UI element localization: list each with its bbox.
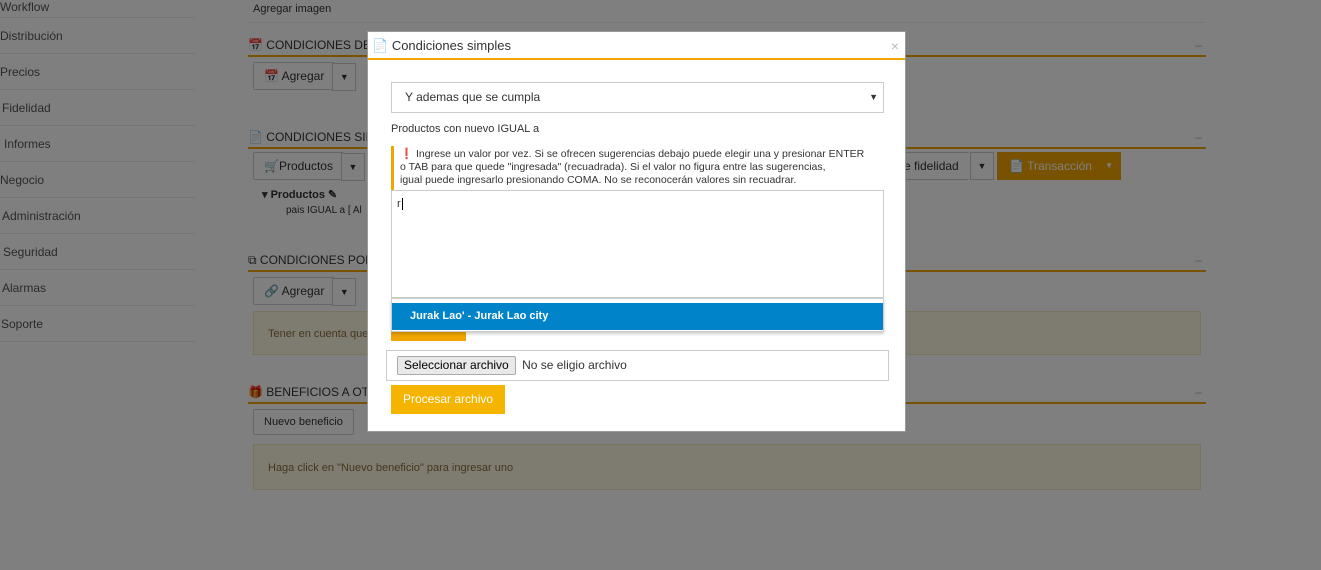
field-label: Productos con nuevo IGUAL a (391, 123, 540, 135)
close-icon[interactable]: × (891, 32, 899, 60)
suggestion-item[interactable]: Jurak Lao' - Jurak Lao city (392, 303, 883, 330)
info-icon: ❗ (400, 148, 414, 160)
modal-header: 📄 Condiciones simples × (368, 32, 905, 60)
values-input[interactable]: r (391, 190, 884, 298)
document-icon: 📄 (372, 38, 389, 53)
help-line: Ingrese un valor por vez. Si se ofrecen … (416, 148, 865, 160)
select-file-button[interactable]: Seleccionar archivo (397, 356, 516, 375)
modal-title: Condiciones simples (391, 38, 512, 53)
input-text: r (397, 198, 401, 210)
file-status: No se eligio archivo (522, 358, 627, 372)
text-cursor (401, 198, 403, 210)
hidden-button (391, 332, 466, 341)
select-value: Y ademas que se cumpla (405, 90, 541, 104)
help-line: o TAB para que quede "ingresada" (recuad… (400, 161, 826, 173)
condition-select[interactable]: Y ademas que se cumpla ▼ (391, 82, 884, 113)
help-line: igual puede ingresarlo presionando COMA.… (400, 174, 797, 186)
conditions-modal: 📄 Condiciones simples × Y ademas que se … (367, 31, 906, 432)
suggestions-dropdown: Jurak Lao' - Jurak Lao city (391, 298, 884, 332)
file-input: Seleccionar archivo No se eligio archivo (386, 350, 889, 381)
process-file-button[interactable]: Procesar archivo (391, 385, 506, 414)
chevron-down-icon: ▼ (869, 92, 878, 102)
help-text: ❗ Ingrese un valor por vez. Si se ofrece… (391, 146, 884, 190)
